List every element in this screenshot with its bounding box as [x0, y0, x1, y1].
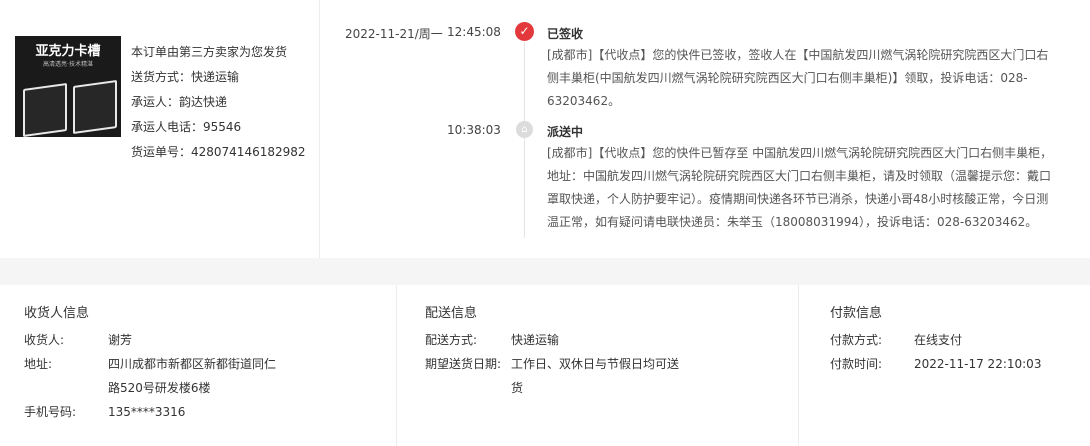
section-divider: [0, 258, 1090, 285]
seller-note: 本订单由第三方卖家为您发货: [131, 45, 288, 59]
event-date: 2022-11-21/周一: [345, 27, 443, 41]
delivery-date: 工作日、双休日与节假日均可送货: [511, 357, 680, 395]
section-title: 配送信息: [425, 306, 478, 321]
payment-time: 2022-11-17 22:10:03: [914, 357, 1042, 371]
payment-method-label: 付款方式:: [830, 333, 883, 347]
tracking-number: 货运单号：428074146182982: [131, 145, 306, 159]
section-title: 收货人信息: [24, 306, 90, 321]
receiver-name-label: 收货人:: [24, 333, 65, 347]
card-slot-graphic: [23, 82, 67, 137]
house-icon: ⌂: [516, 121, 533, 138]
shipping-method: 送货方式：快递运输: [131, 70, 240, 84]
delivery-info: 配送信息 配送方式: 快递运输 期望送货日期: 工作日、双休日与节假日均可送货: [397, 285, 799, 446]
delivery-method-label: 配送方式:: [425, 333, 478, 347]
shipping-info: 本订单由第三方卖家为您发货 送货方式：快递运输 承运人：韵达快递 承运人电话：9…: [131, 44, 306, 169]
event-description: [成都市]【代收点】您的快件已暂存至 中国航发四川燃气涡轮院研究院西区大门口右侧…: [547, 146, 1053, 229]
carrier-phone: 承运人电话：95546: [131, 120, 242, 134]
phone-label: 手机号码:: [24, 405, 77, 419]
address-label: 地址:: [24, 357, 53, 371]
event-time: 10:38:03: [447, 123, 501, 137]
carrier: 承运人：韵达快递: [131, 95, 228, 109]
payment-info: 付款信息 付款方式: 在线支付 付款时间: 2022-11-17 22:10:0…: [799, 285, 1090, 446]
card-slot-graphic: [73, 79, 117, 135]
receiver-info: 收货人信息 收货人: 谢芳 地址: 四川成都市新都区新都街道同仁路520号研发楼…: [0, 285, 397, 446]
event-status: 派送中: [547, 125, 584, 139]
event-time: 12:45:08: [447, 25, 501, 39]
event-description: [成都市]【代收点】您的快件已签收，签收人在【中国航发四川燃气涡轮院研究院西区大…: [547, 48, 1049, 108]
product-image[interactable]: 亚克力卡槽 高清透亮·技术精湛: [15, 36, 121, 137]
delivery-method: 快递运输: [511, 333, 560, 347]
check-circle-icon: ✓: [515, 22, 534, 41]
section-title: 付款信息: [830, 306, 883, 321]
receiver-phone: 135****3316: [108, 405, 186, 419]
product-image-subtitle: 高清透亮·技术精湛: [43, 61, 93, 68]
logistics-panel: 亚克力卡槽 高清透亮·技术精湛 本订单由第三方卖家为您发货 送货方式：快递运输 …: [0, 0, 1090, 258]
timeline-connector: [524, 42, 525, 238]
order-details: 收货人信息 收货人: 谢芳 地址: 四川成都市新都区新都街道同仁路520号研发楼…: [0, 285, 1090, 446]
event-status: 已签收: [547, 27, 584, 41]
delivery-date-label: 期望送货日期:: [425, 357, 502, 371]
product-image-title: 亚克力卡槽: [35, 44, 101, 59]
payment-method: 在线支付: [914, 333, 963, 347]
order-summary: 亚克力卡槽 高清透亮·技术精湛 本订单由第三方卖家为您发货 送货方式：快递运输 …: [0, 0, 320, 258]
payment-time-label: 付款时间:: [830, 357, 883, 371]
receiver-address: 四川成都市新都区新都街道同仁路520号研发楼6楼: [108, 357, 277, 395]
tracking-timeline: 2022-11-21/周一 12:45:08 10:38:03 ✓ ⌂ 已签收 …: [320, 0, 1090, 258]
receiver-name: 谢芳: [108, 333, 133, 347]
